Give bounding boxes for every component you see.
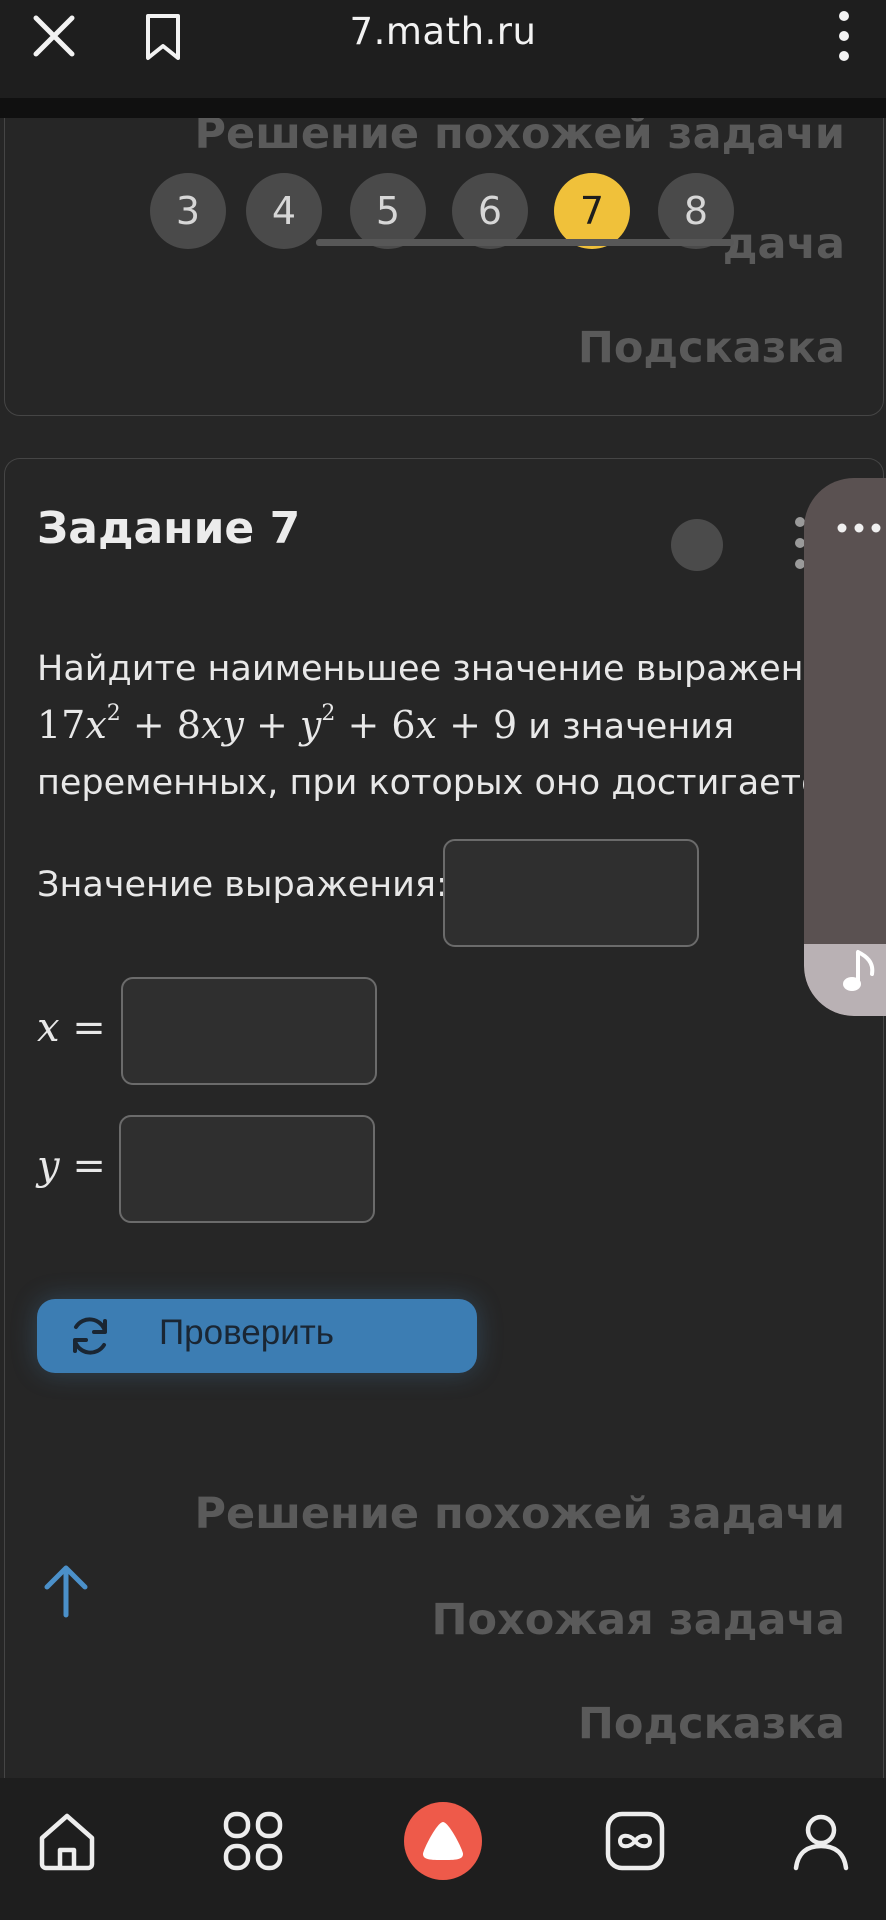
page-5-button[interactable]: 5 (350, 173, 426, 249)
task-status-indicator (671, 519, 723, 571)
task-text-middle: и значения (517, 707, 735, 747)
x-input[interactable] (121, 977, 377, 1085)
grid-icon[interactable] (218, 1806, 288, 1876)
alice-assistant-button[interactable] (404, 1802, 482, 1880)
page-7-button[interactable]: 7 (554, 173, 630, 249)
home-icon[interactable] (32, 1806, 102, 1876)
hint-link[interactable]: Подсказка (578, 323, 845, 373)
task-card: Задание 7 Найдите наименьшее значение вы… (4, 458, 884, 1798)
alice-icon (423, 1822, 463, 1860)
task-expression: 17x2 + 8xy + y2 + 6x + 9 (37, 701, 518, 748)
bottom-navigation (0, 1778, 886, 1920)
y-input[interactable] (119, 1115, 375, 1223)
more-vertical-icon[interactable] (824, 6, 864, 66)
task-text-after: переменных, при которых оно достигается. (37, 763, 853, 803)
similar-task-link[interactable]: дача (723, 219, 845, 269)
expression-value-label: Значение выражения: (37, 865, 448, 905)
arrow-up-icon[interactable] (41, 1563, 91, 1619)
page-3-button[interactable]: 3 (150, 173, 226, 249)
more-horizontal-icon[interactable] (836, 522, 882, 534)
task-statement: Найдите наименьшее значение выражения 17… (37, 641, 867, 811)
infinity-icon[interactable] (600, 1806, 670, 1876)
x-label: x = (37, 1005, 106, 1051)
floating-side-panel[interactable] (804, 478, 886, 1016)
page-6-button[interactable]: 6 (452, 173, 528, 249)
task-text-before: Найдите наименьшее значение выражения (37, 649, 848, 689)
url-text[interactable]: 7.math.ru (0, 10, 886, 53)
check-button-label: Проверить (159, 1313, 335, 1352)
page-8-button[interactable]: 8 (658, 173, 734, 249)
hint-link[interactable]: Подсказка (578, 1699, 845, 1749)
refresh-icon (73, 1317, 107, 1355)
top-bar-shadow (0, 98, 886, 118)
similar-task-link[interactable]: Похожая задача (432, 1595, 845, 1645)
page-4-button[interactable]: 4 (246, 173, 322, 249)
y-label: y = (37, 1143, 106, 1189)
expression-value-input[interactable] (443, 839, 699, 947)
browser-top-bar: 7.math.ru (0, 0, 886, 98)
profile-icon[interactable] (786, 1806, 856, 1876)
pager-scroll-indicator (316, 239, 734, 246)
check-button[interactable]: Проверить (37, 1299, 477, 1373)
solution-link[interactable]: Решение похожей задачи (195, 1489, 845, 1539)
task-title: Задание 7 (37, 503, 301, 554)
music-note-icon (843, 950, 875, 991)
